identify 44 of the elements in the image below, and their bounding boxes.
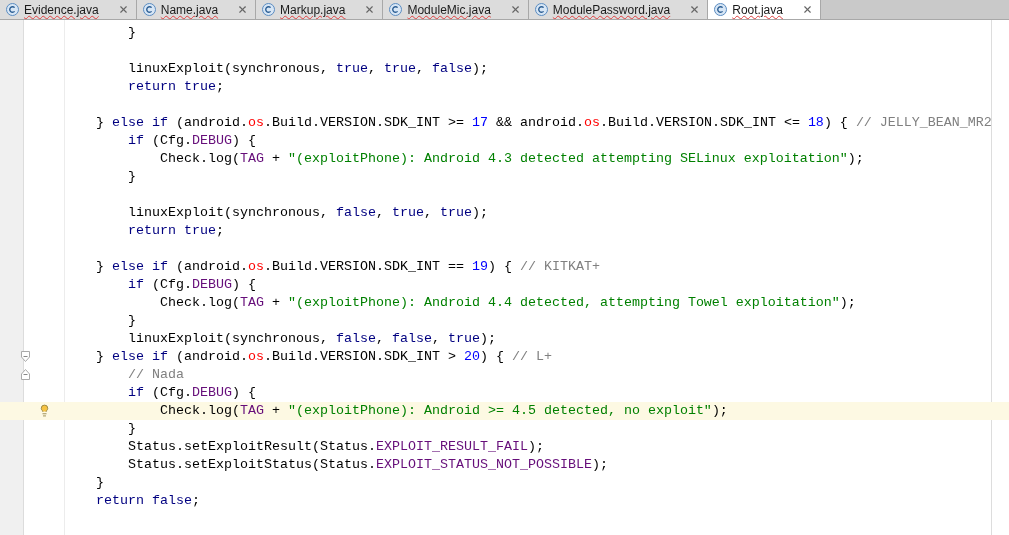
- class-icon: [142, 3, 156, 16]
- code-line: if (Cfg.DEBUG) {: [127, 276, 256, 294]
- editor-tab[interactable]: ModulePassword.java: [528, 0, 709, 19]
- code-line: return true;: [127, 78, 224, 96]
- code-line: }: [127, 24, 136, 42]
- code-line: Status.setExploitResult(Status.EXPLOIT_RESULT_FAIL);: [127, 438, 544, 456]
- editor-tab[interactable]: ModuleMic.java: [383, 0, 529, 19]
- fold-icon[interactable]: [21, 351, 30, 362]
- close-icon[interactable]: [801, 4, 813, 15]
- editor-tab[interactable]: Evidence.java: [0, 0, 137, 19]
- close-icon[interactable]: [689, 4, 701, 15]
- code-line: Check.log(TAG + "(exploitPhone): Android 4.3 detected attempting SELinux exploitation");: [158, 150, 864, 168]
- class-icon: [534, 3, 548, 16]
- class-icon: [714, 3, 728, 16]
- code-line: return false;: [95, 492, 200, 510]
- class-icon: [389, 3, 403, 16]
- editor-tab[interactable]: Root.java: [708, 0, 821, 19]
- close-icon[interactable]: [117, 4, 129, 15]
- code-line: linuxExploit(synchronous, true, true, false);: [127, 60, 488, 78]
- code-line: }: [127, 312, 136, 330]
- code-line: } else if (android.os.Build.VERSION.SDK_INT > 20) { // L+: [95, 348, 552, 366]
- close-icon[interactable]: [509, 4, 521, 15]
- code-line: linuxExploit(synchronous, false, true, true);: [127, 204, 488, 222]
- close-icon[interactable]: [364, 4, 376, 15]
- class-icon: [6, 3, 19, 16]
- editor-tab[interactable]: Name.java: [136, 0, 257, 19]
- code-line: }: [127, 420, 136, 438]
- close-icon[interactable]: [237, 4, 249, 15]
- code-line: Check.log(TAG + "(exploitPhone): Android >= 4.5 detected, no exploit");: [158, 402, 728, 420]
- fold-icon[interactable]: [21, 369, 30, 380]
- code-line: }: [127, 168, 136, 186]
- editor-tab[interactable]: Markup.java: [256, 0, 384, 19]
- code-line: }: [95, 474, 104, 492]
- code-line: linuxExploit(synchronous, false, false, true);: [127, 330, 496, 348]
- code-line: Status.setExploitStatus(Status.EXPLOIT_STATUS_NOT_POSSIBLE);: [127, 456, 608, 474]
- code-line: } else if (android.os.Build.VERSION.SDK_INT == 19) { // KITKAT+: [95, 258, 600, 276]
- class-icon: [262, 3, 276, 16]
- code-line: // Nada: [127, 366, 184, 384]
- code-line: } else if (android.os.Build.VERSION.SDK_INT >= 17 && android.os.Build.VERSION.SDK_INT <= 18) { // JELLY_BEAN_MR2: [95, 114, 992, 132]
- code-line: if (Cfg.DEBUG) {: [127, 132, 256, 150]
- code-line: if (Cfg.DEBUG) {: [127, 384, 256, 402]
- code-line: return true;: [127, 222, 224, 240]
- code-line: Check.log(TAG + "(exploitPhone): Android 4.4 detected, attempting Towel exploitation");: [158, 294, 856, 312]
- lightbulb-icon[interactable]: [38, 404, 51, 417]
